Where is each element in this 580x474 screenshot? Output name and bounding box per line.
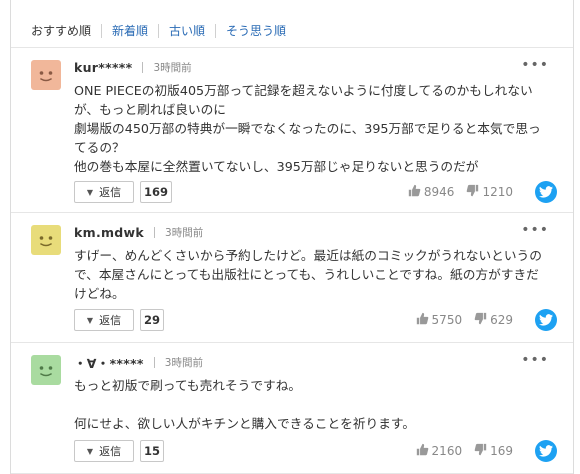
disagree-button[interactable]: 629: [474, 312, 513, 328]
vote-group: 5750 629: [416, 312, 513, 328]
reply-count[interactable]: 29: [140, 309, 165, 331]
vote-group: 8946 1210: [408, 184, 513, 200]
avatar: [31, 355, 61, 385]
comment-item: kur***** 3時間前 ••• ONE PIECEの初版405万部って記録を…: [11, 48, 573, 213]
thumbs-down-icon: [474, 312, 490, 328]
twitter-icon: [539, 183, 553, 202]
thumbs-down-icon: [474, 443, 490, 459]
disagree-button[interactable]: 1210: [466, 184, 513, 200]
comment-actions: ▼ 返信 15: [74, 440, 165, 462]
disagree-count: 169: [490, 444, 513, 458]
more-icon[interactable]: •••: [521, 223, 549, 237]
thumbs-up-icon: [416, 443, 432, 459]
comment-item: ・∀・***** 3時間前 ••• もっと初版で刷っても売れそうですね。 何にせ…: [11, 343, 573, 474]
comment-header: ・∀・***** 3時間前: [74, 353, 203, 371]
comment-time: 3時間前: [164, 356, 203, 369]
reply-button[interactable]: ▼ 返信: [74, 440, 134, 462]
comment-time: 3時間前: [153, 61, 192, 74]
comment-header: kur***** 3時間前: [74, 58, 192, 76]
vote-group: 2160 169: [416, 443, 513, 459]
header-divider: [142, 61, 144, 73]
thumbs-up-icon: [416, 312, 432, 328]
agree-button[interactable]: 8946: [408, 184, 455, 200]
reply-button[interactable]: ▼ 返信: [74, 181, 134, 203]
header-divider: [154, 226, 156, 238]
comment-username[interactable]: kur*****: [74, 60, 132, 75]
comment-header: km.mdwk 3時間前: [74, 223, 203, 241]
comment-text: すげー、めんどくさいから予約したけど。最近は紙のコミックがうれないというので、本…: [74, 248, 542, 301]
tab-oldest[interactable]: 古い順: [169, 22, 205, 39]
agree-count: 8946: [423, 185, 455, 199]
twitter-share-button[interactable]: [535, 309, 557, 331]
caret-down-icon: ▼: [86, 187, 94, 197]
reply-label: 返信: [99, 314, 122, 327]
reply-label: 返信: [99, 186, 122, 199]
comment-list: kur***** 3時間前 ••• ONE PIECEの初版405万部って記録を…: [11, 48, 573, 474]
disagree-button[interactable]: 169: [474, 443, 513, 459]
comment-text: もっと初版で刷っても売れそうですね。 何にせよ、欲しい人がキチンと購入できること…: [74, 378, 416, 431]
avatar: [31, 225, 61, 255]
tab-divider: [215, 23, 217, 38]
reply-count[interactable]: 15: [140, 440, 165, 462]
comment-item: km.mdwk 3時間前 ••• すげー、めんどくさいから予約したけど。最近は紙…: [11, 213, 573, 343]
tab-divider: [158, 23, 160, 38]
tab-divider: [101, 23, 103, 38]
comment-username[interactable]: ・∀・*****: [74, 353, 144, 372]
twitter-share-button[interactable]: [535, 440, 557, 462]
tab-most-agreed[interactable]: そう思う順: [226, 22, 286, 39]
sort-tabs: おすすめ順 新着順 古い順 そう思う順: [11, 14, 573, 48]
comment-actions: ▼ 返信 29: [74, 309, 165, 331]
disagree-count: 629: [490, 313, 513, 327]
tab-recommended[interactable]: おすすめ順: [31, 22, 91, 39]
header-divider: [153, 356, 155, 368]
comment-panel: おすすめ順 新着順 古い順 そう思う順 kur***** 3時間前 ••• ON…: [10, 0, 574, 474]
tab-newest[interactable]: 新着順: [112, 22, 148, 39]
reply-button[interactable]: ▼ 返信: [74, 309, 134, 331]
more-icon[interactable]: •••: [521, 58, 549, 72]
comment-text: ONE PIECEの初版405万部って記録を超えないように付度してるのかもしれな…: [74, 83, 541, 174]
thumbs-up-icon: [408, 184, 424, 200]
more-icon[interactable]: •••: [521, 353, 549, 367]
agree-button[interactable]: 2160: [416, 443, 463, 459]
comment-username[interactable]: km.mdwk: [74, 225, 144, 240]
caret-down-icon: ▼: [86, 446, 94, 456]
comment-time: 3時間前: [165, 226, 204, 239]
caret-down-icon: ▼: [86, 315, 94, 325]
twitter-share-button[interactable]: [535, 181, 557, 203]
reply-count[interactable]: 169: [140, 181, 173, 203]
agree-count: 2160: [431, 444, 463, 458]
avatar: [31, 60, 61, 90]
twitter-icon: [539, 442, 553, 461]
agree-count: 5750: [431, 313, 463, 327]
agree-button[interactable]: 5750: [416, 312, 463, 328]
thumbs-down-icon: [466, 184, 482, 200]
reply-label: 返信: [99, 445, 122, 458]
comment-actions: ▼ 返信 169: [74, 181, 173, 203]
disagree-count: 1210: [482, 185, 513, 199]
twitter-icon: [539, 311, 553, 330]
